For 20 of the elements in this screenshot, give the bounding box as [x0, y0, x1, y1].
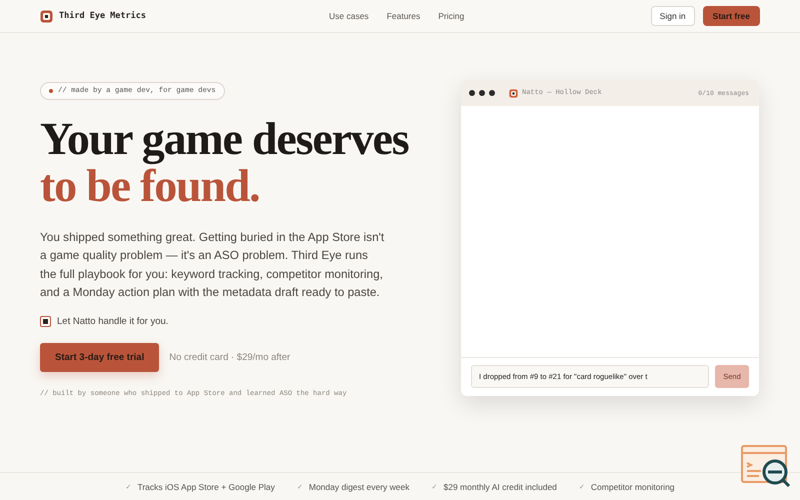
nav-link[interactable]: Use cases	[329, 11, 369, 21]
checkbox[interactable]	[40, 316, 51, 327]
feature-text: Tracks iOS App Store + Google Play	[137, 482, 275, 492]
feature-text: $29 monthly AI credit included	[444, 482, 557, 492]
headline: Your game deserves	[40, 115, 410, 162]
dot-icon	[49, 89, 53, 93]
start-free-button[interactable]: Start free	[702, 6, 760, 26]
nav-link[interactable]: Features	[386, 11, 420, 21]
window-dots-icon	[469, 90, 495, 96]
logo-icon	[509, 88, 518, 98]
checkbox-label: Let Natto handle it for you.	[57, 316, 168, 327]
brand-name: Third Eye Metrics	[59, 11, 146, 21]
body-text: You shipped something great. Getting buried in the App Store isn't a game quality problem — it's an ASO problem. Third Eye runs the full playbook for you: keyword tracking, competitor monitoring, and a Monday action plan with the metadata draft ready to paste.	[40, 229, 385, 302]
logo-icon	[40, 10, 53, 22]
sign-in-button[interactable]: Sign in	[650, 6, 695, 26]
feature-text: Competitor monitoring	[590, 482, 675, 492]
feature-text: Monday digest every week	[308, 482, 410, 492]
cta-note: No credit card · $29/mo after	[169, 352, 290, 363]
nav-link[interactable]: Pricing	[438, 11, 464, 21]
trial-button[interactable]: Start 3-day free trial	[40, 342, 160, 372]
